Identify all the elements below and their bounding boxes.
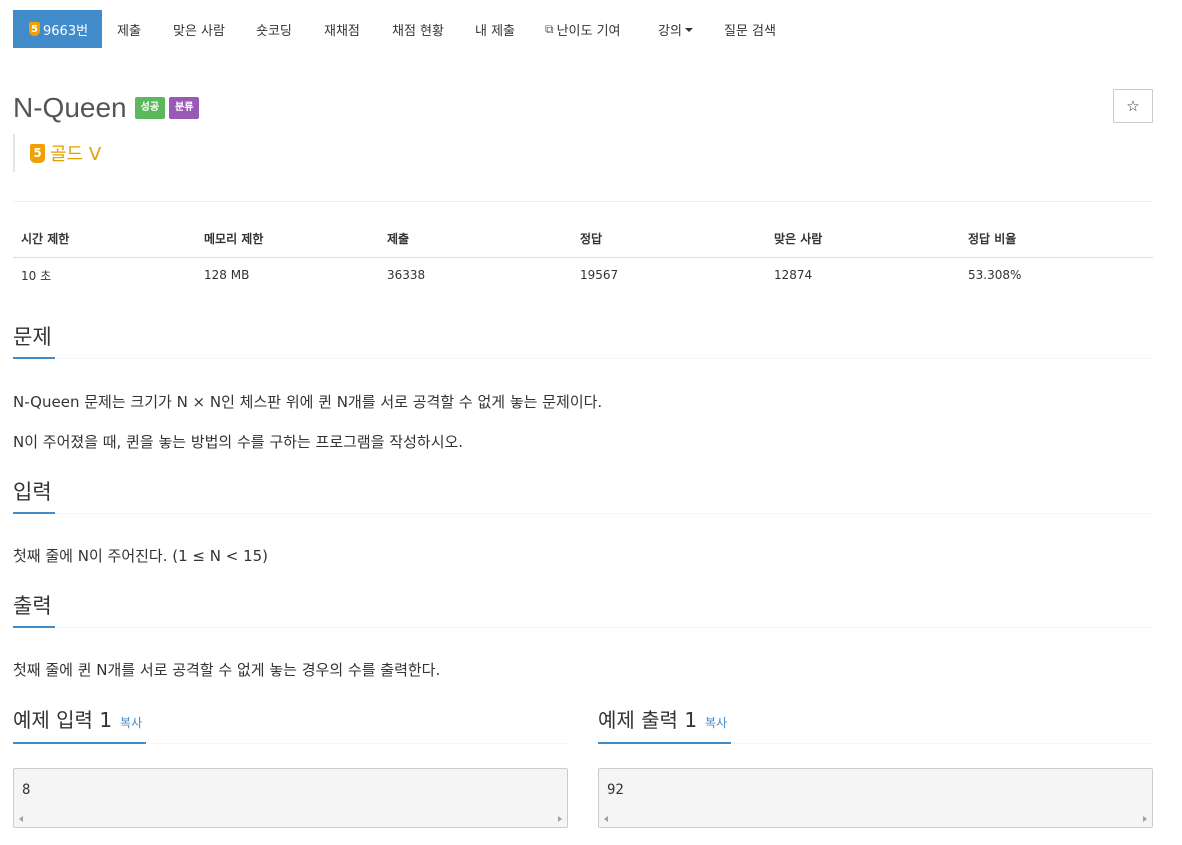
sample-output-value: 92: [607, 782, 624, 798]
sample-output-title: 예제 출력 1: [598, 708, 698, 732]
nav-short-coding[interactable]: 숏코딩: [256, 10, 292, 48]
scroll-right-icon[interactable]: [1143, 815, 1147, 822]
sample-output-headline: 예제 출력 1 복사: [598, 706, 1153, 744]
header-submissions: 제출: [379, 220, 572, 258]
accepted-users-value: 12874: [774, 268, 813, 283]
nav-difficulty-label: 난이도 기여: [556, 23, 621, 39]
nav-my-submissions[interactable]: 내 제출: [475, 10, 515, 48]
nav-lectures-dropdown[interactable]: 강의: [658, 10, 693, 48]
nav-accepted-users[interactable]: 맞은 사람: [173, 10, 225, 48]
page-title: N-Queen: [13, 92, 127, 123]
tier-badge-icon: 5: [30, 143, 45, 163]
table-header-row: 시간 제한 메모리 제한 제출 정답 맞은 사람 정답 비율: [13, 220, 1153, 258]
scroll-left-icon[interactable]: [19, 815, 23, 822]
nav-status[interactable]: 채점 현황: [392, 10, 444, 48]
solved-label: 성공: [134, 97, 166, 119]
problem-tier: 5 골드 V: [13, 134, 101, 172]
problem-nav: 5 9663번 제출 맞은 사람 숏코딩 재채점 채점 현황 내 제출 ⧉ 난이…: [0, 0, 1182, 58]
category-label[interactable]: 분류: [169, 97, 200, 119]
sample-input-heading: 예제 입력 1 복사: [13, 706, 147, 744]
nav-problem-id[interactable]: 5 9663번: [13, 10, 103, 48]
output-headline: 출력: [13, 594, 1153, 628]
accept-ratio-value: 53.308%: [968, 268, 1022, 283]
output-text: 첫째 줄에 퀸 N개를 서로 공격할 수 없게 놓는 경우의 수를 출력한다.: [13, 661, 441, 679]
problem-title-row: N-Queen 성공 분류: [13, 88, 200, 128]
accepted-value: 19567: [580, 268, 619, 283]
copy-sample-input-button[interactable]: 복사: [120, 709, 142, 737]
external-link-icon: ⧉: [545, 21, 554, 36]
description-headline: 문제: [13, 325, 1153, 359]
problem-info-table: 시간 제한 메모리 제한 제출 정답 맞은 사람 정답 비율 10 초 128 …: [13, 220, 1153, 293]
sample-input-value: 8: [22, 782, 31, 798]
output-heading: 출력: [13, 594, 55, 628]
header-accepted: 정답: [572, 220, 766, 258]
nav-submit[interactable]: 제출: [117, 10, 141, 48]
header-memory-limit: 메모리 제한: [196, 220, 379, 258]
nav-lectures-label: 강의: [658, 23, 682, 39]
input-headline: 입력: [13, 480, 1153, 514]
description-heading: 문제: [13, 325, 55, 359]
description-text: N-Queen 문제는 크기가 N × N인 체스판 위에 퀸 N개를 서로 공…: [13, 393, 603, 411]
sample-output-box[interactable]: 92: [598, 768, 1153, 828]
divider: [13, 201, 1153, 202]
input-heading: 입력: [13, 480, 55, 514]
tier-name: 골드 V: [50, 144, 102, 165]
input-text: 첫째 줄에 N이 주어진다. (1 ≤ N < 15): [13, 547, 269, 565]
horizontal-scrollbar[interactable]: [14, 810, 567, 827]
nav-question-search[interactable]: 질문 검색: [724, 10, 776, 48]
time-limit-value: 10 초: [21, 268, 52, 283]
caret-down-icon: [684, 28, 693, 32]
sample-input-title: 예제 입력 1: [13, 708, 113, 732]
sample-input-box[interactable]: 8: [13, 768, 568, 828]
sample-output-heading: 예제 출력 1 복사: [598, 706, 732, 744]
star-icon: ☆: [1126, 97, 1140, 115]
copy-sample-output-button[interactable]: 복사: [705, 709, 727, 737]
scroll-left-icon[interactable]: [604, 815, 608, 822]
submissions-value: 36338: [387, 268, 426, 283]
table-row: 10 초 128 MB 36338 19567 12874 53.308%: [13, 257, 1153, 293]
tier-badge-icon: 5: [29, 22, 40, 36]
nav-rejudge[interactable]: 재채점: [324, 10, 360, 48]
memory-limit-value: 128 MB: [204, 268, 250, 283]
nav-difficulty-contribution[interactable]: ⧉ 난이도 기여: [545, 10, 621, 48]
scroll-right-icon[interactable]: [558, 815, 562, 822]
horizontal-scrollbar[interactable]: [599, 810, 1152, 827]
header-time-limit: 시간 제한: [13, 220, 196, 258]
favorite-star-button[interactable]: ☆: [1113, 89, 1153, 123]
sample-input-headline: 예제 입력 1 복사: [13, 706, 568, 744]
description-text: N이 주어졌을 때, 퀸을 놓는 방법의 수를 구하는 프로그램을 작성하시오.: [13, 433, 464, 451]
header-accept-ratio: 정답 비율: [960, 220, 1153, 258]
nav-problem-id-label: 9663번: [43, 23, 89, 39]
header-accepted-users: 맞은 사람: [766, 220, 960, 258]
